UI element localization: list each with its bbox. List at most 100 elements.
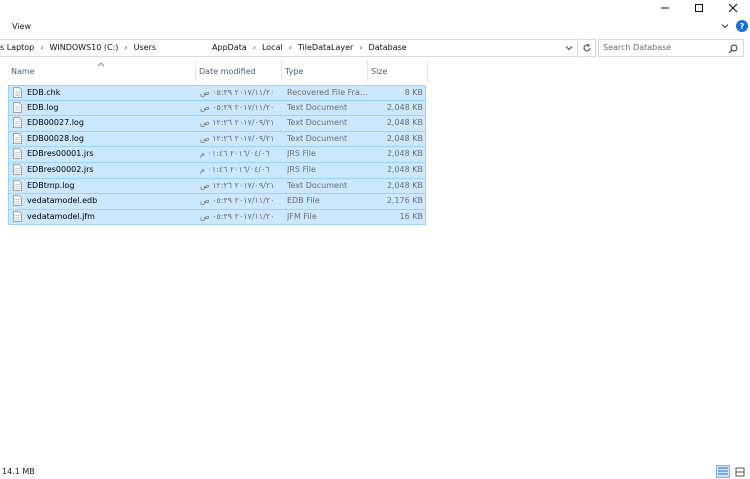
file-name[interactable]: EDB00028.log [27,134,195,143]
file-size: 2,048 KB [386,102,423,112]
document-icon [13,101,22,113]
address-bar[interactable]: s Laptop › WINDOWS10 (C:) › Users AppDat… [0,39,578,57]
close-icon [728,3,738,13]
column-label-date: Date modified [199,66,256,76]
file-date-modified: ٢٠١٧/١١/٢٠ ٠٥:٢٩ ص [200,102,275,112]
minimize-icon [661,7,669,9]
file-row[interactable]: EDBres00001.jrs ٢٠١٦/٠٤/٠٦ ٠١:٤٦ م JRS Fil… [8,147,426,163]
maximize-button[interactable] [682,0,716,16]
ribbon: View ? [0,17,750,37]
file-type: JRS File [287,164,316,174]
window-controls [648,0,750,16]
file-date-modified: ٢٠١٦/٠٤/٠٦ ٠١:٤٦ م [200,149,270,159]
file-row[interactable]: vedatamodel.jfm ٢٠١٧/١١/٢٠ ٠٥:٢٩ ص JFM Fil… [8,209,426,226]
file-date-modified: ٢٠١٦/٠٤/٠٦ ٠١:٤٦ م [200,164,270,174]
document-icon [13,148,22,160]
file-type: JFM File [287,211,317,221]
file-row[interactable]: EDB.log ٢٠١٧/١١/٢٠ ٠٥:٢٩ ص Text Document 2,… [8,100,426,117]
file-type: Text Document [287,102,348,112]
file-name[interactable]: vedatamodel.jfm [27,212,195,221]
file-type: Text Document [287,133,348,143]
chevron-right-icon[interactable]: › [289,43,292,52]
file-row[interactable]: EDB00028.log ٢٠١٧/٠٩/٢١ ١٢:٢٦ ص Text Docum… [8,131,426,148]
column-header-date[interactable]: Date modified [196,60,282,82]
file-name[interactable]: EDBres00002.jrs [27,165,195,174]
large-icons-view-icon [735,467,745,476]
file-row[interactable]: EDBtmp.log ٢٠١٧/٠٩/٢١ ١٢:٢٦ ص Text Documen… [8,178,426,195]
file-type: EDB File [287,196,320,206]
file-size: 16 KB [399,211,423,221]
file-date-modified: ٢٠١٧/٠٩/٢١ ١٢:٢٦ ص [200,118,275,128]
chevron-down-icon[interactable] [720,21,730,31]
search-input[interactable] [603,43,723,52]
file-name[interactable]: EDBtmp.log [27,181,195,190]
chevron-right-icon[interactable]: › [253,43,256,52]
file-size: 8 KB [404,88,423,97]
chevron-right-icon[interactable]: › [359,43,362,52]
large-icons-view-button[interactable] [733,465,747,478]
breadcrumb-item-current[interactable]: Database [369,43,407,52]
column-header-row: Name Date modified Type Size [8,60,428,82]
chevron-right-icon[interactable]: › [124,43,127,52]
document-icon [13,117,22,129]
breadcrumb: s Laptop › WINDOWS10 (C:) › Users AppDat… [0,43,413,52]
file-name[interactable]: EDB00027.log [27,118,195,127]
column-label-size: Size [371,66,388,76]
file-name[interactable]: vedatamodel.edb [27,196,195,205]
tab-view[interactable]: View [12,22,31,31]
chevron-right-icon[interactable]: › [40,43,43,52]
file-type: Text Document [287,180,348,190]
search-box[interactable] [598,39,744,57]
document-icon [13,87,22,98]
refresh-icon [583,43,591,52]
file-date-modified: ٢٠١٧/١١/٢٠ ٠٥:٢٩ ص [200,88,275,97]
file-row[interactable]: vedatamodel.edb ٢٠١٧/١١/٢٠ ٠٥:٢٩ ص EDB Fil… [8,194,426,210]
file-row[interactable]: EDB.chk ٢٠١٧/١١/٢٠ ٠٥:٢٩ ص Recovered File … [8,85,426,101]
breadcrumb-item[interactable]: s Laptop [0,43,34,52]
file-name[interactable]: EDB.log [27,103,195,112]
file-row[interactable]: EDB00027.log ٢٠١٧/٠٩/٢١ ١٢:٢٦ ص Text Docum… [8,116,426,132]
maximize-icon [695,4,703,12]
file-name[interactable]: EDBres00001.jrs [27,149,195,158]
details-view-icon [718,467,728,475]
document-icon [13,210,22,222]
file-size: 2,048 KB [386,149,423,159]
file-size: 2,176 KB [386,196,423,206]
document-icon [13,179,22,191]
close-button[interactable] [716,0,750,16]
file-date-modified: ٢٠١٧/٠٩/٢١ ١٢:٢٦ ص [200,133,275,143]
refresh-button[interactable] [579,39,596,57]
file-type: JRS File [287,149,316,159]
document-icon [13,132,22,144]
sort-ascending-icon [97,62,105,67]
breadcrumb-item[interactable]: WINDOWS10 (C:) [49,43,118,52]
file-size: 2,048 KB [386,164,423,174]
column-header-size[interactable]: Size [368,60,428,82]
file-name[interactable]: EDB.chk [27,88,195,97]
file-type: Recovered File Fra... [287,88,367,97]
minimize-button[interactable] [648,0,682,16]
column-label-type: Type [285,66,304,76]
breadcrumb-item[interactable]: Local [262,43,283,52]
file-date-modified: ٢٠١٧/٠٩/٢١ ١٢:٢٦ ص [200,180,275,190]
file-list: EDB.chk ٢٠١٧/١١/٢٠ ٠٥:٢٩ ص Recovered File … [8,85,426,226]
file-row[interactable]: EDBres00002.jrs ٢٠١٦/٠٤/٠٦ ٠١:٤٦ م JRS Fil… [8,162,426,179]
details-view-button[interactable] [716,465,730,478]
column-header-type[interactable]: Type [282,60,368,82]
document-icon [13,164,22,175]
document-icon [13,195,22,207]
file-date-modified: ٢٠١٧/١١/٢٠ ٠٥:٢٩ ص [200,196,275,206]
chevron-down-icon[interactable] [565,44,573,52]
help-icon[interactable]: ? [736,20,748,32]
file-type: Text Document [287,118,348,128]
file-date-modified: ٢٠١٧/١١/٢٠ ٠٥:٢٩ ص [200,211,275,221]
breadcrumb-item[interactable]: Users [134,43,156,52]
status-size: 14.1 MB [2,467,35,476]
file-size: 2,048 KB [386,118,423,128]
search-icon[interactable] [728,44,738,54]
file-size: 2,048 KB [386,180,423,190]
column-header-name[interactable]: Name [8,60,196,82]
breadcrumb-item[interactable]: TileDataLayer [298,43,353,52]
file-size: 2,048 KB [386,133,423,143]
breadcrumb-item[interactable]: AppData [212,43,247,52]
